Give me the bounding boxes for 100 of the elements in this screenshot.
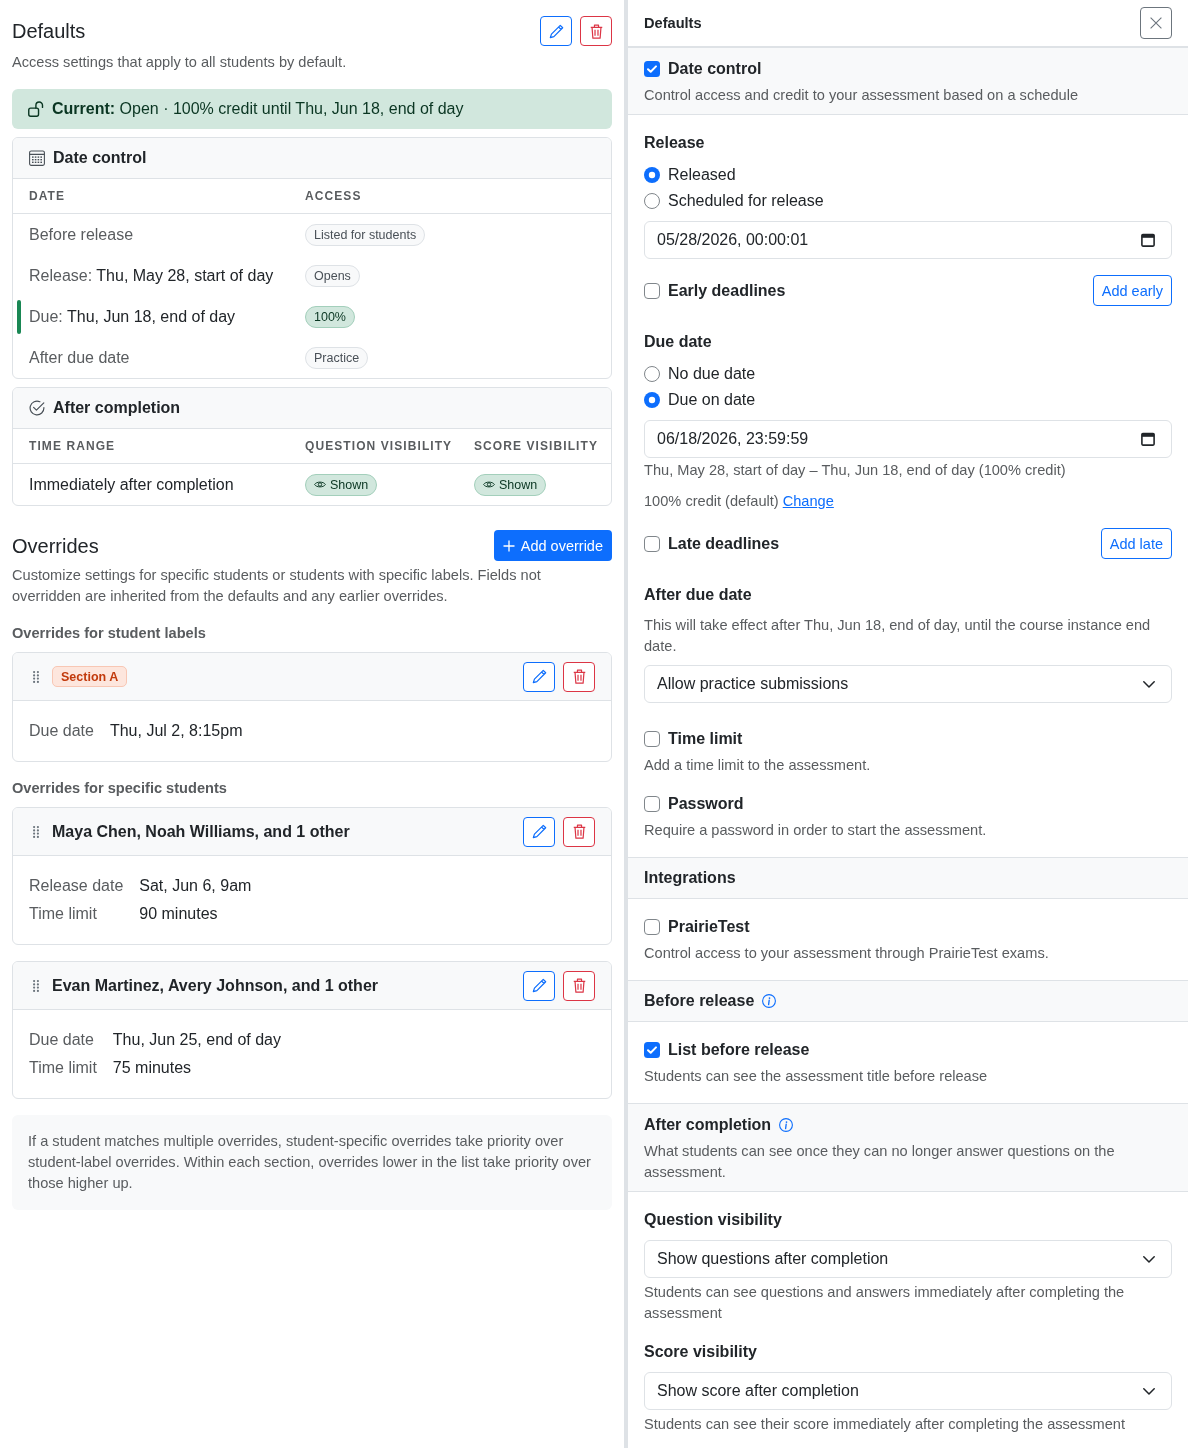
drag-handle-icon[interactable] [33, 825, 39, 838]
add-button[interactable]: Add early [1092, 275, 1172, 306]
edit-button[interactable] [523, 970, 555, 1001]
radio-label: Scheduled for release [668, 192, 824, 210]
checkbox-label: List before release [668, 1040, 810, 1060]
date-range-note: Thu, May 28, start of day – Thu, Jun 18, end of day (100% credit) [644, 461, 1067, 480]
select-field[interactable]: Show questions after completion [644, 1240, 1172, 1278]
section-title: Integrations [644, 868, 736, 888]
radio-label: No due date [668, 365, 756, 383]
chevron-down-icon [1143, 680, 1155, 688]
badge-label: Shown [499, 477, 538, 492]
column-header: QUESTION VISIBILITY [305, 439, 454, 453]
panel-title: Defaults [644, 15, 702, 31]
checkbox-label: Time limit [668, 729, 743, 749]
eye-icon [483, 480, 495, 489]
edit-button[interactable] [523, 661, 555, 692]
priority-note: If a student matches multiple overrides, student-specific overrides take priority over student-label overrides. Within each section, overrides lower in the list take priority over those higher up. [12, 1115, 612, 1210]
delete-button[interactable] [563, 970, 595, 1001]
date-cell: Release: Thu, May 28, start of day [29, 266, 274, 285]
radio-button[interactable] [644, 366, 660, 382]
section-description: What students can see once they can no longer answer questions on the assessment. [644, 1142, 1116, 1182]
select-field[interactable]: Allow practice submissions [644, 665, 1172, 703]
badge-label: Shown [330, 477, 369, 492]
column-header: TIME RANGE [28, 439, 117, 453]
date-cell: Due: Thu, Jun 18, end of day [29, 307, 236, 326]
field-heading: After due date [644, 585, 753, 605]
checkbox[interactable] [644, 535, 660, 552]
calendar-icon[interactable] [1141, 233, 1155, 247]
column-header: SCORE VISIBILITY [474, 439, 599, 453]
date-input[interactable]: 05/28/2026, 00:00:01 [644, 221, 1172, 259]
radio-button[interactable] [644, 392, 660, 408]
pencil-icon [548, 23, 564, 39]
edit-button[interactable] [523, 816, 555, 847]
time-range-cell: Immediately after completion [29, 475, 234, 494]
checkbox[interactable] [644, 282, 660, 299]
field-heading: Score visibility [644, 1342, 758, 1362]
drag-handle-icon[interactable] [33, 979, 39, 992]
checkbox-label: Early deadlines [668, 280, 786, 301]
field-value: Thu, Jul 2, 8:15pm [109, 721, 244, 741]
date-input[interactable]: 06/18/2026, 23:59:59 [644, 420, 1172, 458]
access-badge: 100% [305, 305, 355, 328]
close-button[interactable] [1140, 7, 1172, 39]
add-override-button[interactable]: Add override [493, 530, 612, 561]
eye-icon [314, 480, 326, 489]
checkbox[interactable] [644, 919, 660, 935]
credit-note: 100% credit (default) Change [644, 492, 835, 511]
trash-icon [572, 824, 586, 839]
setting-description: Control access and credit to your assessment based on a schedule [644, 86, 1079, 105]
radio-label: Due on date [668, 391, 756, 409]
field-label: Due date [29, 1030, 95, 1050]
radio-button[interactable] [644, 167, 660, 183]
checkbox[interactable] [644, 731, 660, 747]
close-icon [1150, 17, 1162, 29]
trash-icon [572, 669, 586, 684]
add-button[interactable]: Add late [1100, 528, 1172, 559]
checkbox[interactable] [644, 1042, 660, 1058]
radio-button[interactable] [644, 193, 660, 209]
section-description: Customize settings for specific students or students with specific labels. Fields not overridden are inherited from the defaults and any earlier overrides. [12, 566, 542, 606]
current-status-text: Current: Open · 100% credit until Thu, Jun 18, end of day [52, 100, 464, 118]
checkbox-label: Late deadlines [668, 533, 780, 554]
setting-hint: Students can see their score immediately after completing the assessment [644, 1415, 1127, 1434]
section-title: After completion [644, 1115, 772, 1135]
pencil-icon [531, 824, 547, 839]
field-label: Time limit [29, 904, 98, 924]
field-heading: Release [644, 133, 706, 153]
checkbox[interactable] [644, 796, 660, 812]
pencil-icon [531, 978, 547, 993]
field-label: Due date [29, 721, 94, 741]
delete-button[interactable] [580, 16, 612, 46]
date-cell: Before release [29, 225, 134, 244]
change-link[interactable]: Change [782, 493, 834, 509]
unlocked-padlock-icon [28, 101, 44, 117]
info-icon[interactable] [762, 994, 777, 1008]
select-field[interactable]: Show score after completion [644, 1372, 1172, 1410]
edit-button[interactable] [540, 16, 572, 46]
delete-button[interactable] [563, 661, 595, 692]
access-badge: Practice [305, 346, 369, 369]
group-heading: Overrides for specific students [12, 779, 228, 798]
delete-button[interactable] [563, 816, 595, 847]
card-title: Date control [53, 149, 147, 167]
radio-label: Released [668, 166, 736, 184]
field-heading: Due date [644, 332, 713, 352]
label-tag: Section A [52, 666, 128, 687]
drag-handle-icon[interactable] [33, 670, 39, 683]
access-badge: Listed for students [305, 223, 426, 246]
section-title: Overrides [12, 533, 99, 558]
date-cell: After due date [29, 348, 130, 367]
field-heading: Question visibility [644, 1210, 783, 1230]
checkbox-label: Password [668, 794, 744, 814]
access-badge: Opens [305, 264, 360, 287]
field-value: 75 minutes [112, 1058, 193, 1078]
override-title: Evan Martinez, Avery Johnson, and 1 other [52, 976, 378, 995]
info-icon[interactable] [779, 1118, 794, 1132]
card-title: After completion [53, 399, 181, 417]
field-value: 90 minutes [139, 904, 219, 924]
checkbox[interactable] [644, 61, 660, 77]
trash-icon [572, 978, 586, 993]
calendar-icon[interactable] [1141, 432, 1155, 446]
column-header: DATE [28, 189, 67, 203]
field-value: Thu, Jun 25, end of day [112, 1030, 282, 1050]
